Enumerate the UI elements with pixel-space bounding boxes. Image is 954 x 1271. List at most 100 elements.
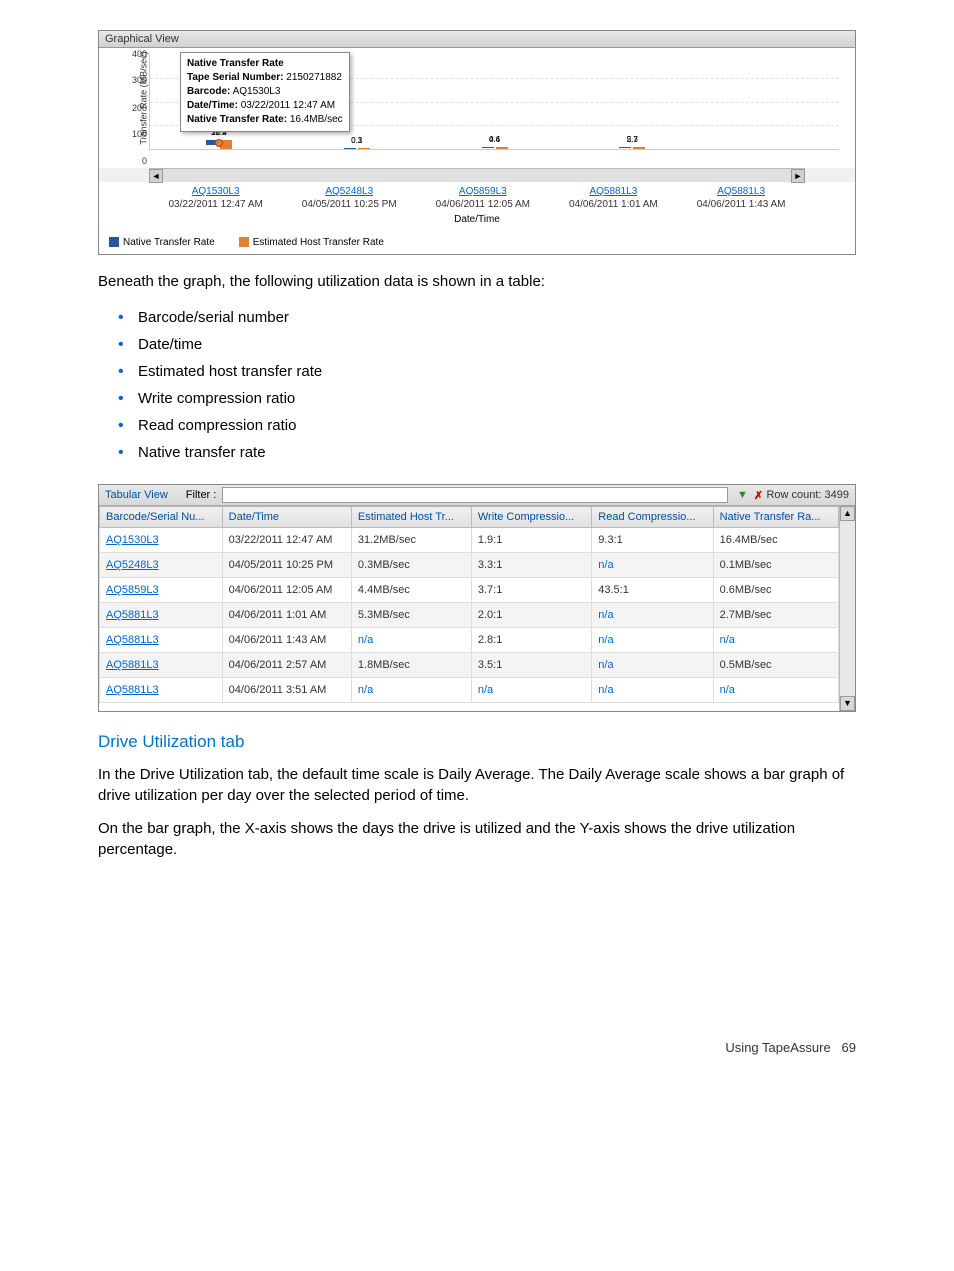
bar-native: 0.1 [344, 148, 356, 149]
table-cell: 1.8MB/sec [351, 653, 471, 678]
y-tick: 400 [132, 49, 147, 59]
table-cell: 3.7:1 [471, 578, 591, 603]
col-datetime[interactable]: Date/Time [222, 507, 351, 528]
x-datetime: 04/06/2011 1:43 AM [697, 199, 786, 210]
page-footer: Using TapeAssure 69 [98, 1040, 856, 1055]
table-cell: 0.3MB/sec [351, 553, 471, 578]
table-cell: n/a [713, 678, 838, 703]
bar-estimated: 4.4 [496, 147, 508, 149]
filter-label: Filter : [186, 489, 217, 501]
table-cell: 16.4MB/sec [713, 528, 838, 553]
table-cell: 5.3MB/sec [351, 603, 471, 628]
barcode-link[interactable]: AQ5248L3 [106, 559, 159, 571]
col-read-comp[interactable]: Read Compressio... [592, 507, 713, 528]
bullet-item: Barcode/serial number [118, 304, 856, 331]
x-category-link[interactable]: AQ5859L3 [459, 186, 507, 197]
bar-native: 0.6 [482, 147, 494, 148]
barcode-link[interactable]: AQ5859L3 [106, 584, 159, 596]
table-cell: AQ5248L3 [100, 553, 223, 578]
table-cell: n/a [592, 628, 713, 653]
graphical-view-title: Graphical View [99, 31, 855, 48]
table-cell: 1.9:1 [471, 528, 591, 553]
col-estimated[interactable]: Estimated Host Tr... [351, 507, 471, 528]
barcode-link[interactable]: AQ5881L3 [106, 684, 159, 696]
col-barcode[interactable]: Barcode/Serial Nu... [100, 507, 223, 528]
table-cell: n/a [351, 678, 471, 703]
table-cell: n/a [592, 678, 713, 703]
tabular-view-panel: Tabular View Filter : ▼ ✗ Row count: 349… [98, 484, 856, 712]
table-cell: 3.3:1 [471, 553, 591, 578]
bar-estimated: 5.3 [633, 147, 645, 149]
x-category-link[interactable]: AQ5881L3 [717, 186, 765, 197]
table-cell: 04/06/2011 2:57 AM [222, 653, 351, 678]
bullet-list: Barcode/serial number Date/time Estimate… [98, 304, 856, 466]
x-datetime: 04/05/2011 10:25 PM [302, 199, 397, 210]
tooltip-barcode: AQ1530L3 [233, 86, 281, 97]
table-row: AQ1530L303/22/2011 12:47 AM31.2MB/sec1.9… [100, 528, 839, 553]
table-cell: 04/06/2011 3:51 AM [222, 678, 351, 703]
bullet-item: Read compression ratio [118, 412, 856, 439]
scroll-left-button[interactable]: ◄ [149, 169, 163, 183]
table-cell: 0.6MB/sec [713, 578, 838, 603]
legend-swatch-estimated [239, 237, 249, 247]
bullet-item: Write compression ratio [118, 385, 856, 412]
table-cell: 0.1MB/sec [713, 553, 838, 578]
x-datetime: 04/06/2011 12:05 AM [436, 199, 530, 210]
chart-area: Transfer Rate (MB/sec) 400 300 200 100 0… [99, 48, 855, 168]
tabular-view-title: Tabular View [105, 489, 168, 501]
x-category-link[interactable]: AQ5248L3 [325, 186, 373, 197]
barcode-link[interactable]: AQ5881L3 [106, 609, 159, 621]
table-row: AQ5881L304/06/2011 1:01 AM5.3MB/sec2.0:1… [100, 603, 839, 628]
marker-icon [215, 139, 223, 147]
x-category-link[interactable]: AQ1530L3 [192, 186, 240, 197]
filter-input[interactable] [222, 487, 728, 503]
table-cell: n/a [592, 553, 713, 578]
paragraph: Beneath the graph, the following utiliza… [98, 271, 856, 292]
table-row: AQ5859L304/06/2011 12:05 AM4.4MB/sec3.7:… [100, 578, 839, 603]
x-datetime: 04/06/2011 1:01 AM [569, 199, 658, 210]
table-cell: n/a [592, 653, 713, 678]
legend-swatch-native [109, 237, 119, 247]
table-cell: 4.4MB/sec [351, 578, 471, 603]
col-native[interactable]: Native Transfer Ra... [713, 507, 838, 528]
barcode-link[interactable]: AQ5881L3 [106, 634, 159, 646]
legend-estimated-label: Estimated Host Transfer Rate [253, 237, 384, 248]
tooltip-serial: 2150271882 [286, 72, 342, 83]
x-axis-labels: AQ1530L3 03/22/2011 12:47 AM AQ5248L3 04/0… [99, 182, 855, 212]
scroll-right-button[interactable]: ► [791, 169, 805, 183]
table-cell: 0.5MB/sec [713, 653, 838, 678]
y-tick: 0 [142, 156, 147, 166]
bar-group: 0.6 4.4 [482, 147, 508, 149]
row-count-label: Row count: 3499 [766, 489, 849, 501]
table-cell: n/a [351, 628, 471, 653]
table-vscrollbar[interactable]: ▲ ▼ [839, 506, 855, 711]
tooltip-serial-label: Tape Serial Number: [187, 72, 284, 83]
filter-apply-icon[interactable]: ▼ [735, 488, 749, 502]
table-cell: AQ5881L3 [100, 628, 223, 653]
table-cell: 04/05/2011 10:25 PM [222, 553, 351, 578]
footer-text: Using TapeAssure [725, 1040, 830, 1055]
chart-tooltip: Native Transfer Rate Tape Serial Number:… [180, 52, 350, 132]
barcode-link[interactable]: AQ1530L3 [106, 534, 159, 546]
x-category-link[interactable]: AQ5881L3 [589, 186, 637, 197]
paragraph: In the Drive Utilization tab, the defaul… [98, 764, 856, 806]
col-write-comp[interactable]: Write Compressio... [471, 507, 591, 528]
filter-clear-icon[interactable]: ✗ [751, 488, 765, 502]
page-number: 69 [842, 1040, 856, 1055]
data-table: Barcode/Serial Nu... Date/Time Estimated… [99, 506, 839, 703]
table-cell: 3.5:1 [471, 653, 591, 678]
table-cell: AQ1530L3 [100, 528, 223, 553]
legend-native-label: Native Transfer Rate [123, 237, 215, 248]
table-cell: 2.0:1 [471, 603, 591, 628]
barcode-link[interactable]: AQ5881L3 [106, 659, 159, 671]
tooltip-rate-label: Native Transfer Rate: [187, 114, 287, 125]
table-cell: 03/22/2011 12:47 AM [222, 528, 351, 553]
tooltip-title: Native Transfer Rate [187, 58, 284, 69]
y-tick: 100 [132, 129, 147, 139]
scroll-up-button[interactable]: ▲ [840, 506, 855, 521]
scroll-down-button[interactable]: ▼ [840, 696, 855, 711]
chart-scrollbar[interactable]: ◄ ► [149, 168, 805, 182]
x-datetime: 03/22/2011 12:47 AM [168, 199, 262, 210]
bar-group: 0.1 0.3 [344, 148, 370, 149]
tooltip-datetime: 03/22/2011 12:47 AM [241, 100, 335, 111]
